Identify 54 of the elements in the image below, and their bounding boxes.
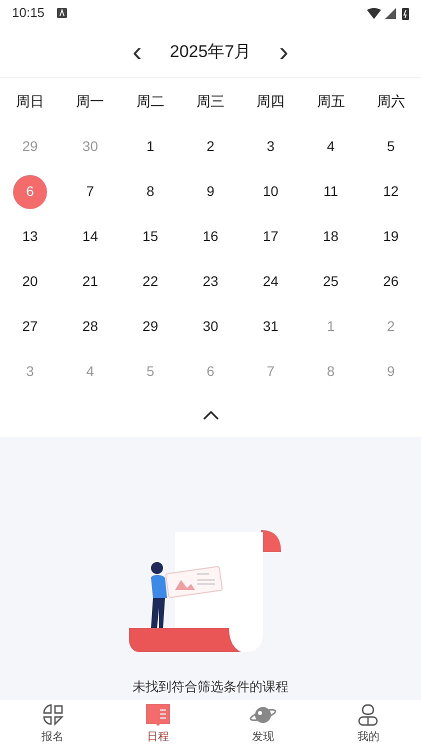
person-icon bbox=[356, 702, 380, 727]
calendar-day[interactable]: 19 bbox=[374, 220, 408, 254]
weekday-label: 周一 bbox=[76, 92, 104, 110]
calendar-day[interactable]: 30 bbox=[193, 310, 228, 344]
month-title: 2025年7月 bbox=[170, 40, 252, 63]
calendar-day[interactable]: 27 bbox=[13, 310, 48, 344]
weekday-label: 周日 bbox=[16, 92, 44, 110]
calendar-day[interactable]: 16 bbox=[193, 220, 228, 254]
calendar-day[interactable]: 8 bbox=[133, 174, 168, 208]
weekday-label: 周五 bbox=[316, 92, 345, 110]
weekday-label: 周三 bbox=[196, 92, 224, 110]
calendar-day[interactable]: 24 bbox=[254, 264, 288, 298]
calendar-day[interactable]: 29 bbox=[133, 310, 168, 344]
battery-icon bbox=[402, 6, 409, 20]
calendar-day[interactable]: 20 bbox=[13, 264, 48, 298]
calendar-day[interactable]: 10 bbox=[254, 174, 288, 208]
notification-icon bbox=[56, 8, 67, 18]
tab-bar-item[interactable]: 报名 bbox=[0, 700, 106, 748]
calendar-day[interactable]: 28 bbox=[73, 310, 108, 344]
calendar-day[interactable]: 9 bbox=[193, 174, 228, 208]
tab-bar-item[interactable]: 日程 bbox=[105, 700, 210, 748]
grid-icon bbox=[40, 702, 65, 727]
calendar-day[interactable]: 3 bbox=[254, 130, 288, 164]
weekday-label: 周二 bbox=[136, 92, 164, 110]
calendar-day[interactable]: 17 bbox=[254, 220, 288, 254]
calendar-day[interactable]: 21 bbox=[73, 264, 108, 298]
next-month-button[interactable]: › bbox=[275, 38, 292, 66]
calendar-day[interactable]: 23 bbox=[193, 264, 228, 298]
book-icon bbox=[144, 702, 171, 727]
calendar-day[interactable]: 14 bbox=[73, 220, 108, 254]
signal-icon bbox=[385, 8, 396, 18]
calendar-day[interactable]: 18 bbox=[314, 220, 348, 254]
calendar-day[interactable]: 7 bbox=[73, 174, 108, 208]
weekday-label: 周四 bbox=[256, 92, 285, 110]
calendar-day[interactable]: 25 bbox=[314, 264, 348, 298]
tab-bar-item[interactable]: 发现 bbox=[210, 700, 316, 748]
calendar-day[interactable]: 5 bbox=[374, 130, 408, 164]
empty-message: 未找到符合筛选条件的课程 bbox=[132, 678, 288, 696]
calendar-day[interactable]: 12 bbox=[374, 174, 408, 208]
calendar-day[interactable]: 22 bbox=[133, 264, 168, 298]
calendar-day[interactable]: 1 bbox=[133, 130, 168, 164]
chevron-up-icon[interactable] bbox=[202, 411, 218, 420]
previous-month-button[interactable]: ‹ bbox=[128, 38, 146, 66]
calendar-day[interactable]: 11 bbox=[314, 174, 348, 208]
calendar-day[interactable]: 4 bbox=[314, 130, 348, 164]
calendar-day[interactable]: 31 bbox=[254, 310, 288, 344]
status-time: 10:15 bbox=[12, 4, 45, 22]
weekday-label: 周六 bbox=[376, 92, 405, 110]
wifi-icon bbox=[367, 8, 381, 18]
calendar-day[interactable]: 13 bbox=[13, 220, 48, 254]
calendar-day[interactable]: 26 bbox=[374, 264, 408, 298]
calendar-day[interactable]: 2 bbox=[193, 130, 228, 164]
calendar-day[interactable]: 15 bbox=[133, 220, 168, 254]
tab-bar-item[interactable]: 我的 bbox=[316, 700, 421, 748]
